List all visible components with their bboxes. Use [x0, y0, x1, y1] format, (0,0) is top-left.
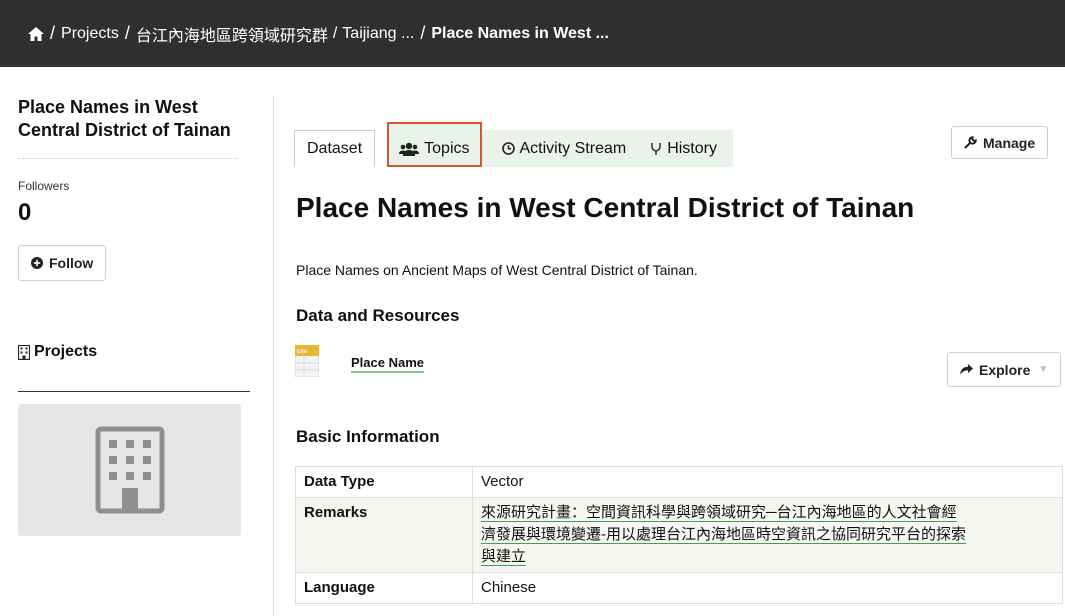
- tab-dataset[interactable]: Dataset: [294, 130, 376, 167]
- breadcrumb-group[interactable]: Taijiang ...: [342, 25, 414, 43]
- info-key: Data Type: [295, 466, 473, 498]
- info-key: Remarks: [295, 497, 473, 573]
- sidebar-dataset-title: Place Names in West Central District of …: [18, 97, 231, 140]
- resource-link[interactable]: Place Name: [351, 355, 424, 373]
- dataset-description: Place Names on Ancient Maps of West Cent…: [296, 262, 698, 278]
- projects-divider: [18, 391, 250, 392]
- info-value: 來源研究計畫：空間資訊科學與跨領域研究─台江內海地區的人文社會經 濟發展與環境變…: [472, 497, 1063, 573]
- csv-file-icon: csv: [295, 345, 319, 377]
- sidebar: Place Names in West Central District of …: [18, 96, 250, 536]
- tab-history-label: History: [667, 139, 717, 157]
- tab-history[interactable]: History: [638, 130, 733, 167]
- follow-label: Follow: [49, 255, 94, 271]
- caret-down-icon: ▼: [1038, 364, 1049, 375]
- resource-format: csv: [297, 349, 308, 355]
- tab-activity-stream[interactable]: Activity Stream: [481, 130, 639, 167]
- remarks-line: 與建立: [481, 548, 527, 566]
- project-image-placeholder[interactable]: [18, 404, 241, 536]
- remarks-line: 濟發展與環境變遷-用以處理台江內海地區時空資訊之協同研究平台的探索: [481, 526, 966, 544]
- breadcrumb-current[interactable]: Place Names in West ...: [431, 25, 609, 43]
- tab-topics-label: Topics: [424, 139, 470, 157]
- projects-heading: Projects: [18, 343, 243, 361]
- tab-topics[interactable]: Topics: [387, 122, 482, 167]
- table-row: Data Type Vector: [295, 466, 1063, 498]
- basic-info-table: Data Type Vector Remarks 來源研究計畫：空間資訊科學與跨…: [295, 466, 1063, 604]
- home-icon[interactable]: [28, 26, 44, 41]
- plus-circle-icon: [31, 257, 43, 269]
- users-icon: [399, 142, 420, 156]
- tab-activity-label: Activity Stream: [519, 139, 627, 157]
- info-value: Vector: [472, 466, 1063, 498]
- clock-icon: [501, 142, 515, 155]
- explore-button[interactable]: Explore ▼: [947, 352, 1062, 387]
- breadcrumb: / Projects / 台江內海地區跨領域研究群 / Taijiang ...…: [0, 0, 1065, 67]
- breadcrumb-separator: /: [50, 23, 56, 43]
- manage-label: Manage: [983, 134, 1036, 151]
- remarks-line: 來源研究計畫：空間資訊科學與跨領域研究─台江內海地區的人文社會經: [481, 504, 957, 522]
- building-icon: [18, 344, 30, 360]
- manage-button[interactable]: Manage: [951, 126, 1049, 159]
- wrench-icon: [964, 136, 977, 149]
- breadcrumb-projects[interactable]: Projects: [61, 25, 119, 43]
- sidebar-divider: [18, 158, 238, 159]
- info-key: Language: [295, 572, 473, 604]
- breadcrumb-separator: /: [124, 23, 130, 43]
- tab-dataset-label: Dataset: [307, 140, 363, 157]
- breadcrumb-separator: /: [420, 23, 426, 43]
- table-row: Language Chinese: [295, 572, 1063, 604]
- page-title: Place Names in West Central District of …: [296, 192, 915, 223]
- code-fork-icon: [651, 142, 661, 155]
- projects-label: Projects: [34, 343, 98, 360]
- followers-label: Followers: [18, 179, 70, 193]
- info-value: Chinese: [472, 572, 1063, 604]
- sidebar-separator: [273, 96, 274, 616]
- building-icon: [95, 426, 164, 514]
- follow-button[interactable]: Follow: [18, 245, 107, 281]
- basic-info-heading: Basic Information: [296, 427, 440, 446]
- dataset-tabs: Dataset Topics Activity Stream History: [294, 122, 733, 167]
- followers-count: 0: [18, 199, 32, 226]
- breadcrumb-separator: /: [332, 24, 338, 42]
- resources-heading: Data and Resources: [296, 306, 460, 325]
- share-icon: [960, 364, 973, 375]
- explore-label: Explore: [979, 361, 1031, 378]
- breadcrumb-organization[interactable]: 台江內海地區跨領域研究群: [136, 22, 328, 46]
- table-row: Remarks 來源研究計畫：空間資訊科學與跨領域研究─台江內海地區的人文社會經…: [295, 497, 1063, 573]
